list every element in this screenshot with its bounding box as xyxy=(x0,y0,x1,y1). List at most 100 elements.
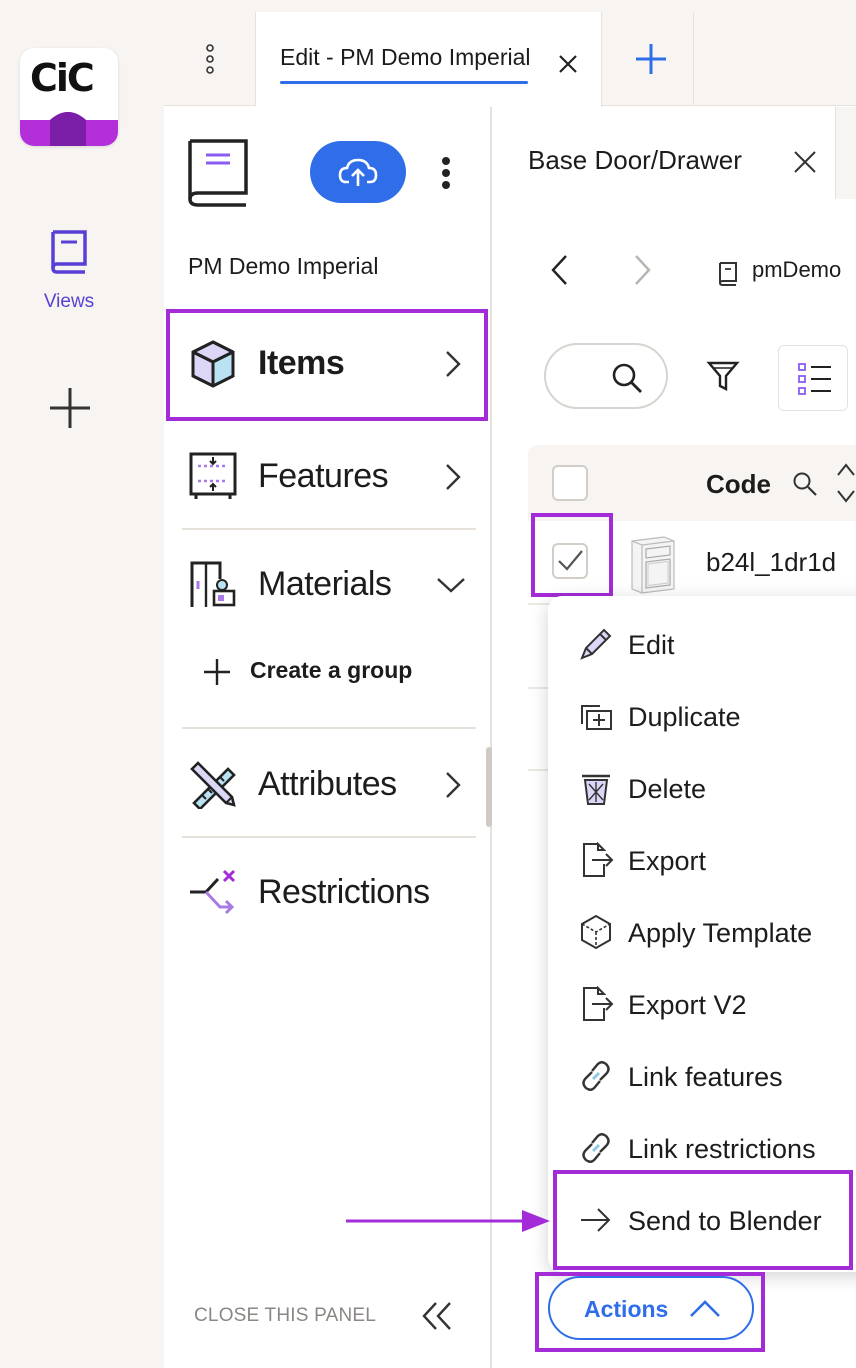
column-search-button[interactable] xyxy=(792,471,818,497)
table-header: Code xyxy=(528,445,856,521)
project-menu-button[interactable] xyxy=(436,155,456,191)
logo-text: CiC xyxy=(30,56,95,100)
menu-item-delete[interactable]: Delete xyxy=(548,752,856,824)
app-rail: CiC Views xyxy=(0,0,148,1368)
tab-edit-project[interactable]: Edit - PM Demo Imperial xyxy=(256,12,602,107)
cabinet-thumbnail xyxy=(631,536,675,594)
back-button[interactable] xyxy=(548,253,572,287)
actions-button[interactable]: Actions xyxy=(548,1276,754,1340)
export-icon xyxy=(583,842,614,877)
cabinet-features-icon xyxy=(189,452,237,499)
book-icon xyxy=(718,262,737,286)
checkmark-icon xyxy=(558,550,583,571)
panel-resize-handle[interactable] xyxy=(486,747,492,827)
pencil-ruler-icon xyxy=(190,761,236,809)
collapse-panel-button[interactable] xyxy=(420,1299,454,1333)
nav-divider xyxy=(182,727,476,729)
close-icon xyxy=(794,151,816,173)
nav-item-label: Materials xyxy=(258,565,392,603)
rail-views-label: Views xyxy=(43,291,95,312)
app-logo[interactable]: CiC xyxy=(20,48,118,146)
menu-item-apply-template[interactable]: Apply Template xyxy=(548,896,856,968)
chevron-right-icon xyxy=(635,255,651,285)
chevron-right-icon xyxy=(446,464,461,490)
cube-icon xyxy=(191,340,235,388)
trash-icon xyxy=(582,774,610,805)
menu-item-duplicate[interactable]: Duplicate xyxy=(548,680,856,752)
link-icon xyxy=(582,1061,610,1091)
tab-close-button[interactable] xyxy=(556,52,580,76)
breadcrumb[interactable]: pmDemo xyxy=(752,257,841,283)
column-sort-button[interactable] xyxy=(836,461,856,505)
create-group-label: Create a group xyxy=(250,657,413,683)
project-name: PM Demo Imperial xyxy=(188,253,379,279)
search-icon xyxy=(612,363,642,393)
pencil-icon xyxy=(580,628,612,660)
nav-item-label: Restrictions xyxy=(258,873,430,911)
menu-item-label: Delete xyxy=(628,774,707,804)
list-view-toggle[interactable] xyxy=(778,345,848,411)
menu-item-label: Apply Template xyxy=(628,918,813,948)
plus-icon xyxy=(636,44,666,74)
tab-bar: Edit - PM Demo Imperial xyxy=(164,12,856,107)
close-panel-link[interactable]: CLOSE THIS PANEL xyxy=(194,1305,376,1327)
restrictions-icon xyxy=(190,869,236,915)
rail-add-button[interactable] xyxy=(48,386,92,430)
menu-item-label: Export V2 xyxy=(628,990,747,1020)
nav-item-items[interactable]: Items xyxy=(180,312,476,412)
nav-item-label: Features xyxy=(258,457,389,495)
content-tab-label: Base Door/Drawer xyxy=(528,145,742,175)
nav-item-restrictions[interactable]: Restrictions xyxy=(180,841,476,941)
filter-icon xyxy=(706,361,740,391)
filter-button[interactable] xyxy=(706,359,740,393)
template-icon xyxy=(581,914,611,950)
nav-item-materials[interactable]: Materials xyxy=(180,533,476,633)
menu-item-export[interactable]: Export xyxy=(548,824,856,896)
chevron-right-icon xyxy=(446,772,461,798)
table-row[interactable]: b24l_1dr1d xyxy=(528,521,856,605)
plus-icon xyxy=(204,659,230,685)
menu-item-link-restrictions[interactable]: Link restrictions xyxy=(548,1112,856,1184)
materials-icon xyxy=(190,561,236,607)
menu-item-label: Link features xyxy=(628,1062,783,1092)
search-icon xyxy=(793,472,817,496)
chevron-left-icon xyxy=(551,255,567,285)
tab-active-indicator xyxy=(280,81,528,84)
row-checkbox[interactable] xyxy=(552,543,588,579)
cloud-upload-icon xyxy=(338,158,378,186)
search-input[interactable] xyxy=(544,343,668,409)
select-all-checkbox[interactable] xyxy=(552,465,588,501)
tab-menu-button[interactable] xyxy=(164,12,256,106)
arrow-right-icon xyxy=(581,1208,611,1232)
nav-item-attributes[interactable]: Attributes xyxy=(180,733,476,833)
nav-panel: PM Demo Imperial Items Features Material… xyxy=(164,107,492,1368)
link-icon xyxy=(582,1133,610,1163)
actions-menu: Edit Duplicate Delete Export Apply Templ… xyxy=(548,596,856,1272)
tab-base-door-drawer[interactable]: Base Door/Drawer xyxy=(494,107,836,199)
chevron-right-icon xyxy=(446,351,461,377)
menu-item-edit[interactable]: Edit xyxy=(548,608,856,680)
plus-icon xyxy=(50,388,90,428)
chevron-up-icon xyxy=(690,1300,720,1317)
nav-divider xyxy=(182,528,476,530)
project-book-icon xyxy=(188,139,248,207)
menu-item-link-features[interactable]: Link features xyxy=(548,1040,856,1112)
logo-swoosh-icon xyxy=(20,112,118,146)
menu-item-send-to-blender[interactable]: Send to Blender xyxy=(548,1184,856,1256)
menu-item-export-v2[interactable]: Export V2 xyxy=(548,968,856,1040)
menu-item-label: Send to Blender xyxy=(628,1206,822,1236)
new-tab-button[interactable] xyxy=(634,42,668,76)
row-code: b24l_1dr1d xyxy=(706,547,837,577)
rail-views-button[interactable]: Views xyxy=(24,228,114,313)
forward-button[interactable] xyxy=(630,253,654,287)
column-header-code[interactable]: Code xyxy=(706,469,771,500)
book-icon xyxy=(51,230,87,274)
tab-divider xyxy=(693,12,694,106)
upload-button[interactable] xyxy=(310,141,406,203)
nav-item-label: Items xyxy=(258,344,345,382)
pointer-arrow-icon xyxy=(346,1210,550,1232)
export-icon xyxy=(583,986,614,1021)
nav-item-features[interactable]: Features xyxy=(180,425,476,525)
content-tab-close-button[interactable] xyxy=(792,149,818,175)
kebab-vertical-icon xyxy=(205,44,214,74)
